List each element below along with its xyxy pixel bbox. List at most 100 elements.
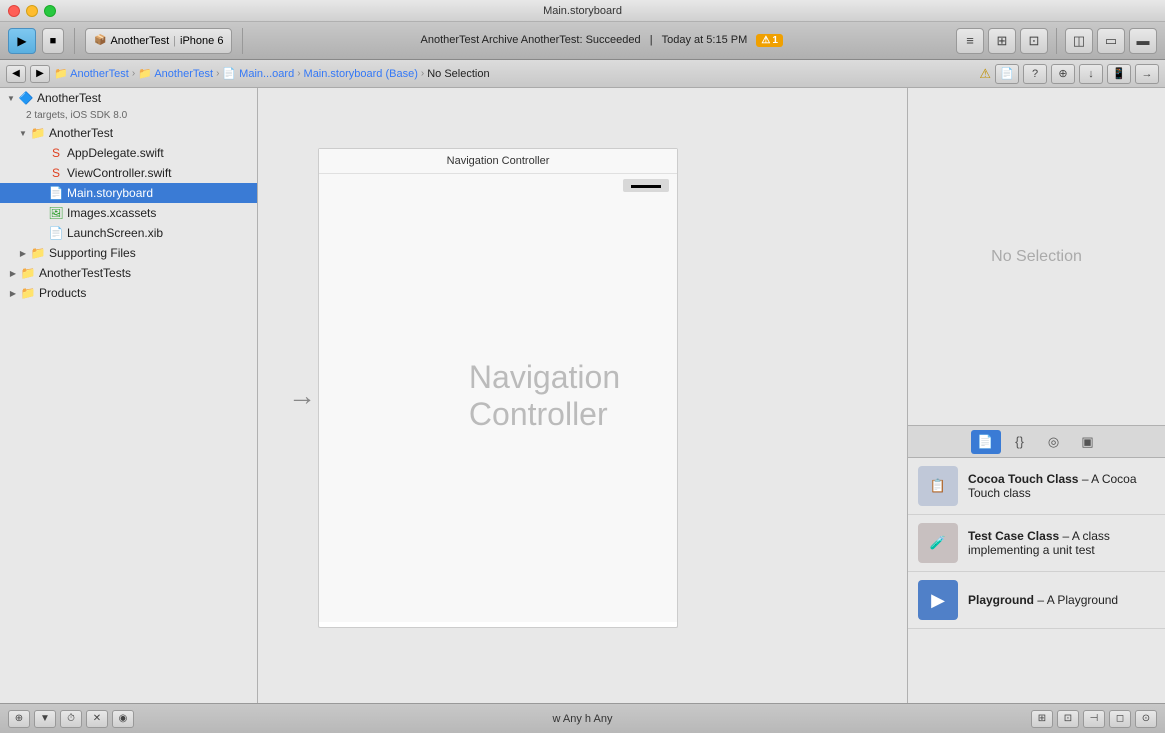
playground-text: Playground – A Playground bbox=[968, 593, 1155, 607]
library-item-cocoa-touch-class[interactable]: 📋 Cocoa Touch Class – A Cocoa Touch clas… bbox=[908, 458, 1165, 515]
breadcrumb-item-1[interactable]: 📁 AnotherTest bbox=[54, 67, 129, 80]
object-tab[interactable]: ◎ bbox=[1039, 430, 1069, 454]
square-button[interactable]: ◻ bbox=[1109, 710, 1131, 728]
no-arrow bbox=[34, 226, 48, 240]
sidebar-item-launchscreen[interactable]: 📄 LaunchScreen.xib bbox=[0, 223, 257, 243]
lib-title: Test Case Class – A class implementing a… bbox=[968, 529, 1155, 557]
separator: | bbox=[173, 35, 176, 47]
device-button[interactable]: 📱 bbox=[1107, 64, 1131, 84]
help-button[interactable]: ? bbox=[1023, 64, 1047, 84]
circle-button[interactable]: ⊙ bbox=[1135, 710, 1157, 728]
history-button[interactable]: ⏱ bbox=[60, 710, 82, 728]
lib-title: Cocoa Touch Class – A Cocoa Touch class bbox=[968, 472, 1155, 500]
no-arrow bbox=[34, 206, 48, 220]
grid-button[interactable]: ⊞ bbox=[1031, 710, 1053, 728]
sidebar-item-anothertest-group[interactable]: 📁 AnotherTest bbox=[0, 123, 257, 143]
navigation-controller-scene[interactable]: Navigation Controller ▬▬▬ bbox=[318, 148, 678, 628]
close-button[interactable]: ✕ bbox=[86, 710, 108, 728]
second-toolbar: ◀ ▶ 📁 AnotherTest › 📁 AnotherTest › 📄 Ma… bbox=[0, 60, 1165, 88]
swift-file-icon: S bbox=[48, 165, 64, 181]
scheme-name: AnotherTest bbox=[110, 35, 169, 47]
playground-icon: ▶ bbox=[918, 580, 958, 620]
sidebar-item-viewcontroller[interactable]: S ViewController.swift bbox=[0, 163, 257, 183]
sidebar-item-anothertest-root[interactable]: 🔷 AnotherTest bbox=[0, 88, 257, 108]
back-button[interactable]: ◀ bbox=[6, 65, 26, 83]
close-button[interactable] bbox=[8, 5, 20, 17]
jump-button[interactable]: ⊕ bbox=[1051, 64, 1075, 84]
test-case-class-text: Test Case Class – A class implementing a… bbox=[968, 529, 1155, 557]
record-button[interactable]: ◉ bbox=[112, 710, 134, 728]
storyboard-editor[interactable]: → Navigation Controller ▬▬▬ Navigation C… bbox=[258, 88, 907, 703]
folder-icon: 📁 bbox=[20, 265, 36, 281]
status-text: AnotherTest Archive AnotherTest: Succeed… bbox=[421, 34, 757, 46]
folder-icon: 📁 bbox=[20, 285, 36, 301]
stop-button[interactable]: ■ bbox=[42, 28, 64, 54]
scene-body bbox=[319, 174, 677, 622]
swift-file-icon: S bbox=[48, 145, 64, 161]
breadcrumb-sep-2: › bbox=[216, 68, 219, 79]
status-area: AnotherTest Archive AnotherTest: Succeed… bbox=[253, 34, 950, 47]
sidebar-item-anothertest-tests[interactable]: 📁 AnotherTestTests bbox=[0, 263, 257, 283]
scheme-selector[interactable]: 📦 AnotherTest | iPhone 6 bbox=[85, 28, 232, 54]
sidebar-item-images[interactable]: 🖼 Images.xcassets bbox=[0, 203, 257, 223]
sidebar-item-appdelegate[interactable]: S AppDelegate.swift bbox=[0, 143, 257, 163]
editor-assistant-button[interactable]: ⊞ bbox=[988, 28, 1016, 54]
toolbar-right: ≡ ⊞ ⊡ ◫ ▭ ▬ bbox=[956, 28, 1157, 54]
inspector-area: No Selection bbox=[908, 88, 1165, 426]
chevron-right-icon bbox=[6, 266, 20, 280]
warning-icon[interactable]: ⚠ bbox=[979, 66, 991, 82]
forward-button[interactable]: ▶ bbox=[30, 65, 50, 83]
second-toolbar-right: ⚠ 📄 ? ⊕ ↓ 📱 → bbox=[979, 64, 1159, 84]
breadcrumb-item-2[interactable]: 📁 AnotherTest bbox=[138, 67, 213, 80]
filter-button[interactable]: ▼ bbox=[34, 710, 56, 728]
test-case-class-icon: 🧪 bbox=[918, 523, 958, 563]
library-item-playground[interactable]: ▶ Playground – A Playground bbox=[908, 572, 1165, 629]
media-tab[interactable]: ▣ bbox=[1073, 430, 1103, 454]
project-icon: 📦 bbox=[94, 35, 106, 46]
project-label: AnotherTest bbox=[37, 91, 101, 105]
bottom-left-controls: ⊕ ▼ ⏱ ✕ ◉ bbox=[8, 710, 134, 728]
sidebar-item-products[interactable]: 📁 Products bbox=[0, 283, 257, 303]
nav-bar-indicator: ▬▬▬ bbox=[623, 179, 669, 192]
forward-nav-button[interactable]: → bbox=[1135, 64, 1159, 84]
panel-button[interactable]: ⊣ bbox=[1083, 710, 1105, 728]
targets-meta-label: 2 targets, iOS SDK 8.0 bbox=[26, 110, 127, 121]
play-icon: ▶ bbox=[17, 34, 26, 48]
separator-2 bbox=[242, 28, 243, 54]
code-snippet-tab[interactable]: {} bbox=[1005, 430, 1035, 454]
file-template-tab[interactable]: 📄 bbox=[971, 430, 1001, 454]
file-label: ViewController.swift bbox=[67, 166, 171, 180]
add-button[interactable]: ⊕ bbox=[8, 710, 30, 728]
xib-file-icon: 📄 bbox=[48, 225, 64, 241]
debug-toggle[interactable]: ▭ bbox=[1097, 28, 1125, 54]
breadcrumb-item-4[interactable]: Main.storyboard (Base) bbox=[304, 68, 418, 80]
toolbar: ▶ ■ 📦 AnotherTest | iPhone 6 AnotherTest… bbox=[0, 22, 1165, 60]
breadcrumb-item-3[interactable]: 📄 Main...oard bbox=[222, 67, 294, 80]
download-button[interactable]: ↓ bbox=[1079, 64, 1103, 84]
maximize-button[interactable] bbox=[44, 5, 56, 17]
new-file-button[interactable]: 📄 bbox=[995, 64, 1019, 84]
chevron-down-icon bbox=[16, 126, 30, 140]
stop-icon: ■ bbox=[50, 35, 57, 47]
play-button[interactable]: ▶ bbox=[8, 28, 36, 54]
lib-title: Playground – A Playground bbox=[968, 593, 1155, 607]
library-list: 📋 Cocoa Touch Class – A Cocoa Touch clas… bbox=[908, 458, 1165, 703]
breadcrumb-sep-4: › bbox=[421, 68, 424, 79]
sidebar-item-supporting-files[interactable]: 📁 Supporting Files bbox=[0, 243, 257, 263]
warning-badge[interactable]: ⚠ 1 bbox=[756, 34, 783, 47]
group-label: AnotherTestTests bbox=[39, 266, 131, 280]
sidebar-item-main-storyboard[interactable]: 📄 Main.storyboard bbox=[0, 183, 257, 203]
minimize-button[interactable] bbox=[26, 5, 38, 17]
library-item-test-case-class[interactable]: 🧪 Test Case Class – A class implementing… bbox=[908, 515, 1165, 572]
chevron-right-icon bbox=[6, 286, 20, 300]
zoom-button[interactable]: ⊡ bbox=[1057, 710, 1079, 728]
utilities-toggle[interactable]: ▬ bbox=[1129, 28, 1157, 54]
breadcrumb-sep-1: › bbox=[132, 68, 135, 79]
traffic-lights bbox=[8, 5, 56, 17]
project-icon: 🔷 bbox=[18, 90, 34, 106]
navigator-toggle[interactable]: ◫ bbox=[1065, 28, 1093, 54]
editor-standard-button[interactable]: ≡ bbox=[956, 28, 984, 54]
cocoa-touch-class-icon: 📋 bbox=[918, 466, 958, 506]
chevron-down-icon bbox=[4, 91, 18, 105]
editor-version-button[interactable]: ⊡ bbox=[1020, 28, 1048, 54]
